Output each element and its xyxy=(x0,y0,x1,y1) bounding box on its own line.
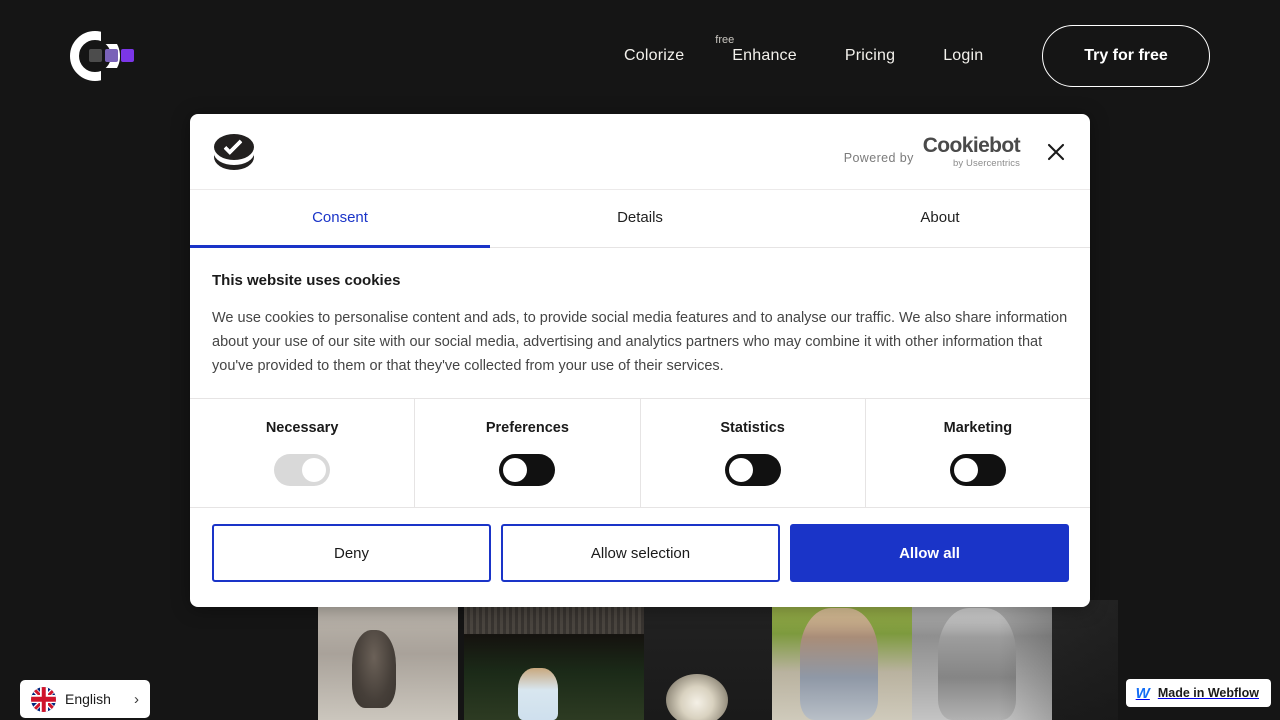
logo-squares-icon xyxy=(89,49,134,62)
category-label-marketing: Marketing xyxy=(943,420,1013,436)
cookie-category-necessary: Necessary xyxy=(190,399,416,507)
powered-by-label: Powered by xyxy=(843,150,914,165)
toggle-preferences[interactable] xyxy=(499,454,556,486)
chevron-right-icon: › xyxy=(134,690,139,708)
cookie-check-icon xyxy=(212,130,256,174)
cookie-consent-dialog: Powered by Cookiebot by Usercentrics Con… xyxy=(190,114,1090,607)
cookiebot-brand-name: Cookiebot xyxy=(922,133,1021,157)
toggle-knob xyxy=(503,458,528,482)
logo-square-2 xyxy=(105,49,118,62)
nav-label-login: Login xyxy=(943,47,984,64)
toggle-statistics[interactable] xyxy=(724,454,781,486)
language-label: English xyxy=(65,691,111,707)
cookie-dialog-body: This website uses cookies We use cookies… xyxy=(190,248,1090,398)
language-selector[interactable]: English › xyxy=(20,680,150,718)
nav-badge-free: free xyxy=(715,34,735,46)
site-logo[interactable] xyxy=(70,30,140,82)
nav-item-enhance[interactable]: free Enhance xyxy=(708,34,821,65)
nav-item-pricing[interactable]: Pricing xyxy=(821,47,919,65)
made-in-webflow-badge[interactable]: W Made in Webflow xyxy=(1125,679,1271,707)
cookie-category-marketing: Marketing xyxy=(866,399,1090,507)
page-root: Colorize free Enhance Pricing Login Try … xyxy=(0,0,1280,720)
nav-item-login[interactable]: Login xyxy=(919,47,1007,65)
cookie-dialog-tabs: Consent Details About xyxy=(190,190,1090,248)
deny-button[interactable]: Deny xyxy=(212,524,491,582)
cookie-dialog-title: This website uses cookies xyxy=(212,272,401,289)
allow-selection-button[interactable]: Allow selection xyxy=(501,524,780,582)
background-photo-strip xyxy=(0,600,1280,720)
main-nav: Colorize free Enhance Pricing Login xyxy=(600,0,1007,112)
toggle-knob xyxy=(728,458,753,482)
close-icon-glyph xyxy=(1047,143,1065,160)
cookiebot-brand-sub: by Usercentrics xyxy=(953,157,1020,169)
site-header: Colorize free Enhance Pricing Login Try … xyxy=(0,0,1280,112)
cookie-category-list: Necessary Preferences Statistics Marketi… xyxy=(190,398,1090,508)
toggle-marketing[interactable] xyxy=(949,454,1006,486)
tab-details[interactable]: Details xyxy=(490,190,790,248)
close-icon[interactable] xyxy=(1042,138,1070,166)
powered-by-cookiebot[interactable]: Powered by Cookiebot by Usercentrics xyxy=(843,133,1021,169)
try-for-free-button[interactable]: Try for free xyxy=(1042,25,1210,87)
allow-all-button[interactable]: Allow all xyxy=(790,524,1069,582)
toggle-necessary xyxy=(274,454,331,486)
cookie-category-preferences: Preferences xyxy=(415,399,641,507)
toggle-knob xyxy=(953,458,978,482)
made-in-webflow-label: Made in Webflow xyxy=(1157,686,1259,700)
cookiebot-brand: Cookiebot by Usercentrics xyxy=(922,133,1021,169)
cookie-dialog-actions: Deny Allow selection Allow all xyxy=(190,508,1090,604)
category-label-preferences: Preferences xyxy=(485,420,569,436)
nav-label-enhance: Enhance xyxy=(732,47,797,64)
webflow-logo-icon: W xyxy=(1135,684,1150,702)
category-label-statistics: Statistics xyxy=(720,420,785,436)
nav-label-colorize: Colorize xyxy=(624,47,685,64)
logo-square-3 xyxy=(121,49,134,62)
nav-item-colorize[interactable]: Colorize xyxy=(600,47,708,65)
category-label-necessary: Necessary xyxy=(265,420,339,436)
cookie-dialog-description: We use cookies to personalise content an… xyxy=(212,310,1068,374)
nav-label-pricing: Pricing xyxy=(844,47,896,64)
tab-about[interactable]: About xyxy=(790,190,1090,248)
cookie-category-statistics: Statistics xyxy=(641,399,866,507)
uk-flag-icon xyxy=(31,686,56,712)
cookie-dialog-header: Powered by Cookiebot by Usercentrics xyxy=(190,114,1090,190)
toggle-knob xyxy=(302,458,327,482)
logo-square-1 xyxy=(89,49,102,62)
photo-strip-vignette xyxy=(0,600,1280,720)
tab-consent[interactable]: Consent xyxy=(190,190,490,248)
